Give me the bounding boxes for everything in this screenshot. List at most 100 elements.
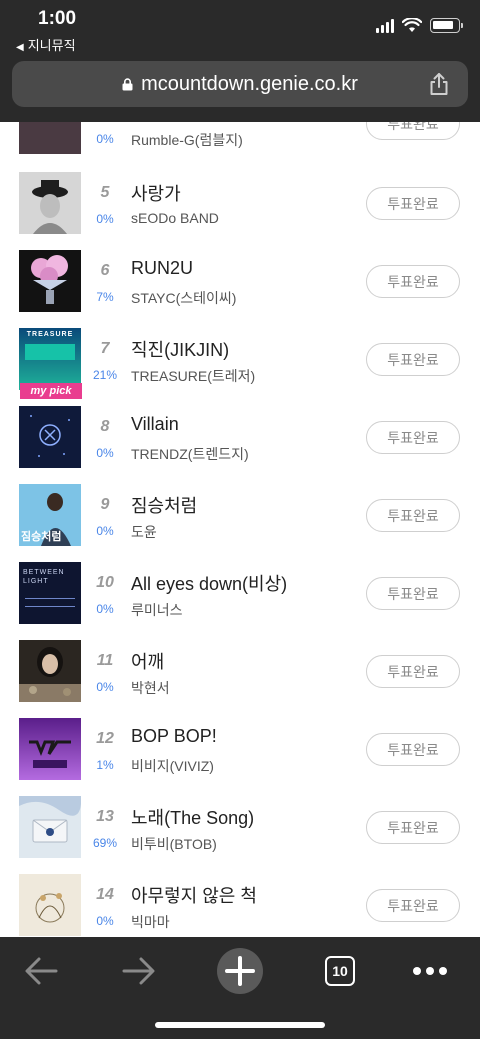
back-to-app-link[interactable]: ◀ 지니뮤직: [16, 35, 76, 54]
album-thumbnail: [19, 796, 81, 858]
vote-complete-button[interactable]: 투표완료: [366, 655, 460, 688]
rank-number: 9: [100, 496, 110, 513]
album-thumbnail: [19, 250, 81, 312]
vote-complete-button[interactable]: 투표완료: [366, 811, 460, 844]
list-item: 12 1% BOP BOP! 비비지(VIVIZ) 투표완료: [0, 710, 480, 788]
album-thumbnail: [19, 406, 81, 468]
artist-name: Rumble-G(럼블지): [131, 132, 243, 148]
song-title: 어깨: [131, 652, 165, 672]
artist-name: sEODo BAND: [131, 210, 219, 226]
song-title: 짐승처럼: [131, 496, 198, 516]
back-button[interactable]: [18, 945, 64, 997]
rank-number: 13: [96, 808, 114, 825]
artist-name: 비비지(VIVIZ): [131, 758, 214, 774]
album-thumbnail: 짐승처럼: [19, 484, 81, 546]
vote-percent: 0%: [96, 446, 114, 460]
list-item: 짐승처럼 9 0% 짐승처럼 도윤 투표완료: [0, 476, 480, 554]
new-tab-button[interactable]: [215, 945, 265, 997]
tabs-icon: 10: [325, 956, 355, 986]
list-item: 11 0% 어깨 박현서 투표완료: [0, 632, 480, 710]
vote-percent: 69%: [92, 836, 118, 850]
song-title: 사랑가: [131, 184, 181, 204]
album-thumbnail: BETWEEN LIGHT: [19, 562, 81, 624]
rank-number: 5: [100, 184, 110, 201]
vote-complete-button[interactable]: 투표완료: [366, 499, 460, 532]
rank-number: 10: [96, 574, 114, 591]
vote-percent: 7%: [96, 290, 114, 304]
forward-button[interactable]: [116, 945, 162, 997]
song-title: BOP BOP!: [131, 726, 217, 746]
list-item: 5 0% 사랑가 sEODo BAND 투표완료: [0, 164, 480, 242]
album-thumbnail: [19, 172, 81, 234]
list-item: 13 69% 노래(The Song) 비투비(BTOB) 투표완료: [0, 788, 480, 866]
album-thumbnail: [19, 718, 81, 780]
rank-number: 8: [100, 418, 110, 435]
artist-name: 박현서: [131, 680, 170, 696]
more-icon: [413, 967, 447, 975]
vote-percent: 0%: [96, 524, 114, 538]
share-icon[interactable]: [428, 72, 450, 96]
wifi-icon: [402, 18, 422, 32]
thumb-caption: TREASURE: [26, 331, 74, 338]
list-item: 0% Rumble-G(럼블지) 투표완료: [0, 122, 480, 162]
back-arrow-icon: [25, 957, 58, 985]
album-thumbnail: [19, 122, 81, 154]
vote-percent: 0%: [96, 680, 114, 694]
vote-percent: 0%: [96, 132, 114, 146]
song-title: 노래(The Song): [131, 808, 255, 828]
list-item: 8 0% Villain TRENDZ(트렌드지) 투표완료: [0, 398, 480, 476]
rank-number: 14: [96, 886, 114, 903]
song-title: All eyes down(비상): [131, 574, 288, 594]
tab-count: 10: [332, 963, 348, 979]
album-thumbnail: TREASURE: [19, 328, 81, 390]
vote-percent: 0%: [96, 602, 114, 616]
back-app-label: 지니뮤직: [27, 38, 76, 53]
browser-header: 1:00 ◀ 지니뮤직 mcountdown.genie.co.kr: [0, 0, 480, 122]
vote-percent: 0%: [96, 212, 114, 226]
new-tab-plus-icon: [217, 948, 263, 994]
rank-number: 12: [96, 730, 114, 747]
status-time: 1:00: [38, 8, 77, 29]
rank-number: 7: [100, 340, 110, 357]
artist-name: 빅마마: [131, 914, 170, 930]
song-title: Villain: [131, 414, 179, 434]
vote-complete-button[interactable]: 투표완료: [366, 343, 460, 376]
list-item: BETWEEN LIGHT 10 0% All eyes down(비상) 루미…: [0, 554, 480, 632]
vote-complete-button[interactable]: 투표완료: [366, 577, 460, 610]
thumb-caption: 짐승처럼: [21, 531, 62, 543]
vote-complete-button[interactable]: 투표완료: [366, 187, 460, 220]
song-title: 아무렇지 않은 척: [131, 886, 257, 906]
more-button[interactable]: [408, 945, 452, 997]
vote-complete-button[interactable]: 투표완료: [366, 889, 460, 922]
list-item: TREASURE my pick 7 21% 직진(JIKJIN) TREASU…: [0, 320, 480, 399]
artist-name: 도윤: [131, 524, 157, 540]
vote-complete-button[interactable]: 투표완료: [366, 122, 460, 140]
artist-name: TRENDZ(트렌드지): [131, 446, 249, 462]
vote-complete-button[interactable]: 투표완료: [366, 421, 460, 454]
vote-percent: 0%: [96, 914, 114, 928]
artist-name: 비투비(BTOB): [131, 836, 217, 852]
status-icons: [376, 18, 463, 33]
screen: 1:00 ◀ 지니뮤직 mcountdown.genie.co.kr 0% Ru…: [0, 0, 480, 1039]
artist-name: TREASURE(트레저): [131, 368, 256, 384]
rank-number: 11: [96, 652, 114, 669]
vote-percent: 1%: [96, 758, 114, 772]
list-item: 6 7% RUN2U STAYC(스테이씨) 투표완료: [0, 242, 480, 320]
album-thumbnail: [19, 874, 81, 936]
song-title: 직진(JIKJIN): [131, 340, 230, 360]
address-bar[interactable]: mcountdown.genie.co.kr: [12, 61, 468, 107]
thumb-caption: BETWEEN LIGHT: [23, 569, 65, 585]
back-triangle-icon: ◀: [16, 42, 24, 53]
rank-number: 6: [100, 262, 110, 279]
my-pick-badge: my pick: [20, 383, 82, 399]
vote-percent: 21%: [92, 368, 118, 382]
tabs-button[interactable]: 10: [318, 945, 362, 997]
vote-complete-button[interactable]: 투표완료: [366, 265, 460, 298]
battery-icon: [430, 18, 463, 33]
forward-arrow-icon: [122, 957, 155, 985]
artist-name: 루미너스: [131, 602, 183, 618]
home-indicator[interactable]: [155, 1022, 325, 1028]
vote-list: 0% Rumble-G(럼블지) 투표완료 5 0% 사랑가 sEODo BAN…: [0, 122, 480, 937]
vote-complete-button[interactable]: 투표완료: [366, 733, 460, 766]
artist-name: STAYC(스테이씨): [131, 290, 237, 306]
